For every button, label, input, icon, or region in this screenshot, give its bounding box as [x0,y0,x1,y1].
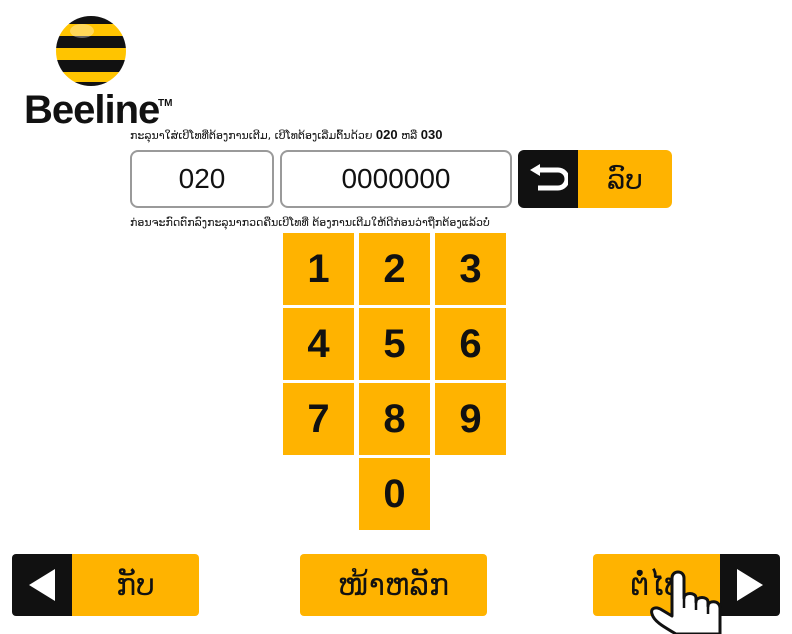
delete-button-label: ລົບ [578,150,672,208]
instruction-text: ກະລຸນາໃສ່ເບີໂທທີ່ຕ້ອງການເຕີມ, ເບີໂທຕ້ອງເ… [130,127,442,142]
back-button[interactable]: ກັບ [12,554,199,616]
instruction-prefix-b: 030 [420,127,443,142]
pointing-hand-icon [650,570,722,634]
back-button-label: ກັບ [72,554,199,616]
key-8[interactable]: 8 [359,383,430,455]
instruction-or: ຫລື [397,129,421,142]
delete-button[interactable]: ລົບ [518,150,672,208]
key-4[interactable]: 4 [283,308,354,380]
key-0[interactable]: 0 [359,458,430,530]
instruction-main: ກະລຸນາໃສ່ເບີໂທທີ່ຕ້ອງການເຕີມ, ເບີໂທຕ້ອງເ… [130,129,376,142]
key-9[interactable]: 9 [435,383,506,455]
key-7[interactable]: 7 [283,383,354,455]
phone-number-field[interactable]: 0000000 [280,150,512,208]
key-3[interactable]: 3 [435,233,506,305]
arrow-right-icon [720,554,780,616]
beeline-ball-icon [56,16,126,86]
backspace-icon [518,150,578,208]
key-5[interactable]: 5 [359,308,430,380]
key-6[interactable]: 6 [435,308,506,380]
instruction-prefix-a: 020 [375,127,398,142]
key-1[interactable]: 1 [283,233,354,305]
key-2[interactable]: 2 [359,233,430,305]
arrow-left-icon [12,554,72,616]
beeline-logo: Beeline TM [24,14,172,134]
phone-prefix-field[interactable]: 020 [130,150,274,208]
home-button[interactable]: ໜ້າຫລັກ [300,554,487,616]
brand-trademark: TM [158,98,173,109]
verify-hint-text: ກ່ອນຈະກົດຕົກລົງກະລຸນາກວດຄືນເບີໂທທີ່ ຕ້ອງ… [130,216,490,229]
